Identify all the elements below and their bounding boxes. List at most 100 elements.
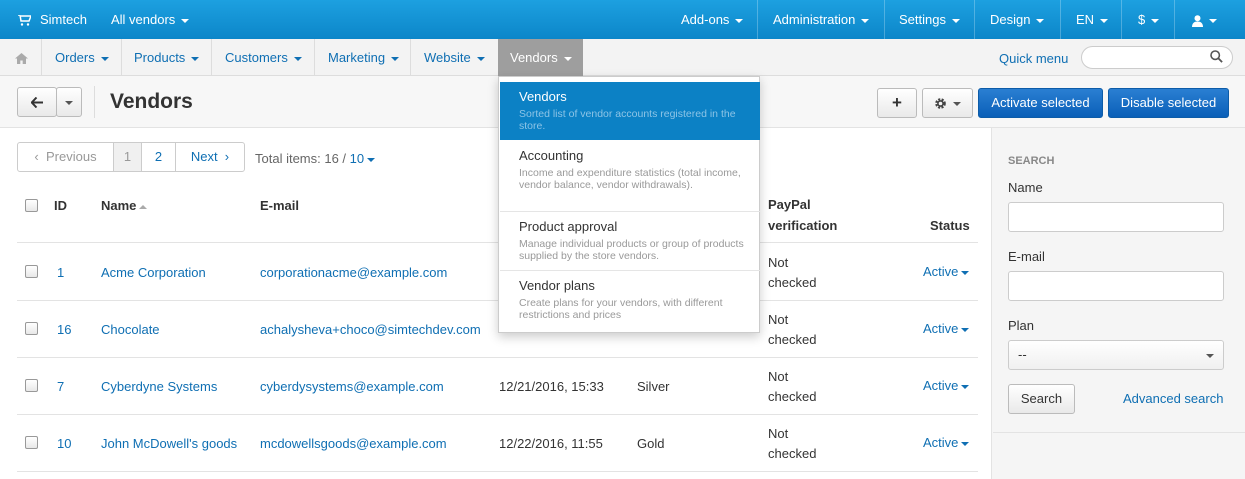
menu-administration[interactable]: Administration: [773, 0, 870, 39]
home-icon[interactable]: [15, 52, 28, 67]
pagination-previous[interactable]: ‹ Previous: [17, 142, 114, 172]
chevron-down-icon: [953, 101, 961, 106]
menu-item-vendors[interactable]: Vendors Sorted list of vendor accounts r…: [500, 82, 760, 140]
nav-website[interactable]: Website: [424, 39, 485, 76]
nav-products-label: Products: [134, 50, 186, 65]
nav-orders[interactable]: Orders: [55, 39, 109, 76]
column-header-name[interactable]: Name: [101, 198, 148, 213]
menu-item-accounting[interactable]: Accounting Income and expenditure statis…: [500, 141, 760, 212]
column-header-email[interactable]: E-mail: [260, 198, 299, 213]
vendor-name[interactable]: John McDowell's goods: [101, 436, 237, 451]
search-icon[interactable]: [1210, 50, 1223, 66]
name-label: Name: [1008, 180, 1043, 195]
search-button[interactable]: Search: [1008, 384, 1075, 414]
history-dropdown-button[interactable]: [56, 87, 82, 117]
vendor-name[interactable]: Cyberdyne Systems: [101, 379, 217, 394]
select-all-checkbox[interactable]: [25, 199, 38, 212]
menu-item-vendor-plans[interactable]: Vendor plans Create plans for your vendo…: [500, 272, 760, 330]
activate-selected-button[interactable]: Activate selected: [978, 88, 1103, 118]
chevron-down-icon: [367, 157, 376, 162]
paypal-status-line2: checked: [768, 446, 817, 461]
row-checkbox[interactable]: [25, 322, 38, 335]
divider: [884, 0, 885, 39]
main-nav: Orders Products Customers Marketing Webs…: [0, 39, 1245, 76]
column-header-id[interactable]: ID: [54, 198, 67, 213]
nav-marketing[interactable]: Marketing: [328, 39, 400, 76]
divider: [410, 39, 411, 76]
chevron-down-icon: [961, 384, 970, 389]
menu-item-title: Vendors: [519, 89, 567, 104]
disable-selected-button[interactable]: Disable selected: [1108, 88, 1229, 118]
quick-menu-link[interactable]: Quick menu: [999, 51, 1068, 66]
vendor-id[interactable]: 10: [57, 436, 71, 451]
vendor-email[interactable]: mcdowellsgoods@example.com: [260, 436, 447, 451]
status-dropdown[interactable]: Active: [923, 321, 970, 336]
column-header-paypal[interactable]: PayPal: [768, 197, 811, 212]
user-menu[interactable]: [1192, 0, 1217, 39]
row-checkbox[interactable]: [25, 379, 38, 392]
pagination-page[interactable]: 1: [113, 142, 142, 172]
language-label: EN: [1076, 12, 1095, 27]
nav-vendors[interactable]: Vendors: [498, 39, 583, 76]
advanced-search-link[interactable]: Advanced search: [1123, 391, 1223, 406]
status-dropdown[interactable]: Active: [923, 264, 970, 279]
paypal-status-line2: checked: [768, 389, 817, 404]
pagination-page[interactable]: 2: [141, 142, 176, 172]
status-label: Active: [923, 264, 959, 279]
vendor-id[interactable]: 16: [57, 322, 71, 337]
plan-label: Plan: [1008, 318, 1035, 333]
vendor-name[interactable]: Acme Corporation: [101, 265, 206, 280]
column-header-paypal-line2: verification: [768, 218, 838, 233]
vendor-plan: Silver: [637, 379, 670, 394]
vendor-email[interactable]: cyberdysystems@example.com: [260, 379, 444, 394]
pagination-next[interactable]: Next ›: [175, 142, 245, 172]
divider: [993, 432, 1245, 433]
nav-products[interactable]: Products: [134, 39, 200, 76]
brand-name[interactable]: Simtech: [40, 0, 87, 39]
chevron-down-icon: [951, 18, 960, 23]
menu-item-description: Manage individual products or group of p…: [519, 238, 744, 262]
status-dropdown[interactable]: Active: [923, 435, 970, 450]
currency-selector[interactable]: $: [1138, 0, 1160, 39]
status-label: Active: [923, 435, 959, 450]
column-header-status[interactable]: Status: [930, 218, 970, 233]
vendor-selector[interactable]: All vendors: [111, 0, 190, 39]
store-icon: [18, 14, 33, 26]
language-selector[interactable]: EN: [1076, 0, 1109, 39]
name-input[interactable]: [1008, 202, 1224, 232]
vendor-id[interactable]: 7: [57, 379, 64, 394]
menu-administration-label: Administration: [773, 12, 856, 27]
menu-settings[interactable]: Settings: [899, 0, 960, 39]
chevron-down-icon: [1151, 18, 1160, 23]
menu-item-description: Income and expenditure statistics (total…: [519, 167, 741, 191]
nav-orders-label: Orders: [55, 50, 95, 65]
divider: [121, 39, 122, 76]
plan-select[interactable]: --: [1008, 340, 1224, 370]
email-label: E-mail: [1008, 249, 1045, 264]
nav-marketing-label: Marketing: [328, 50, 386, 65]
divider: [94, 86, 95, 118]
vendor-name[interactable]: Chocolate: [101, 322, 160, 337]
menu-addons[interactable]: Add-ons: [681, 0, 744, 39]
status-dropdown[interactable]: Active: [923, 378, 970, 393]
row-checkbox[interactable]: [25, 436, 38, 449]
back-button[interactable]: [17, 87, 57, 117]
email-input[interactable]: [1008, 271, 1224, 301]
divider: [17, 471, 978, 472]
vendor-registered-date: 12/21/2016, 15:33: [499, 379, 604, 394]
menu-item-product-approval[interactable]: Product approval Manage individual produ…: [500, 213, 760, 271]
chevron-down-icon: [391, 56, 400, 61]
vendor-registered-date: 12/22/2016, 11:55: [499, 436, 603, 451]
vendor-id[interactable]: 1: [57, 265, 64, 280]
row-checkbox[interactable]: [25, 265, 38, 278]
per-page-selector[interactable]: 10: [350, 151, 376, 166]
vendor-email[interactable]: achalysheva+choco@simtechdev.com: [260, 322, 481, 337]
chevron-down-icon: [735, 18, 744, 23]
menu-design[interactable]: Design: [990, 0, 1045, 39]
settings-dropdown-button[interactable]: [922, 88, 973, 118]
add-vendor-button[interactable]: +: [877, 88, 917, 118]
chevron-down-icon: [100, 56, 109, 61]
nav-customers[interactable]: Customers: [225, 39, 302, 76]
paypal-status-line2: checked: [768, 275, 817, 290]
vendor-email[interactable]: corporationacme@example.com: [260, 265, 447, 280]
